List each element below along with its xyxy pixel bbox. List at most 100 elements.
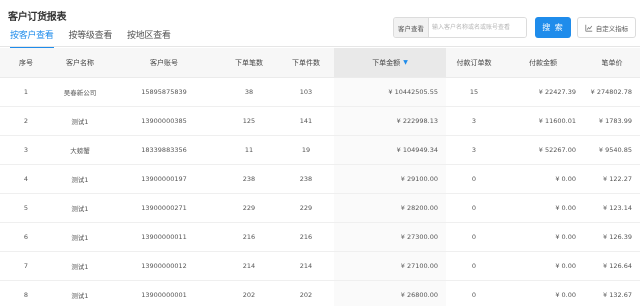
cell-customer-account: 13900000271	[141, 204, 187, 212]
cell-order-count: 214	[242, 262, 256, 270]
cell-order-amount: ¥ 26800.00	[334, 281, 446, 306]
cell-paid-amount: ¥ 11600.01	[538, 117, 576, 125]
table-row: 4 测试1 13900000197 238 238 ¥ 29100.00 0 ¥ 0.00 ¥ …	[0, 165, 640, 194]
cell-customer-name: 测试1	[71, 176, 89, 184]
cell-paid-amount: ¥ 0.00	[555, 291, 576, 299]
cell-order-amount: ¥ 10442505.55	[334, 78, 446, 106]
column-header-paid-amount[interactable]: 付款金额	[502, 48, 584, 77]
cell-customer-name: 测试1	[71, 118, 89, 126]
column-header-order-count[interactable]: 下单笔数	[220, 48, 278, 77]
cell-index: 4	[23, 175, 29, 183]
cell-order-amount: ¥ 28200.00	[334, 194, 446, 222]
custom-metrics-label: 自定义指标	[595, 24, 629, 33]
cell-customer-name: 测试1	[71, 292, 89, 300]
tab-by-level[interactable]: 按等级查看	[69, 28, 113, 48]
cell-customer-account: 13900000197	[141, 175, 187, 183]
tab-divider	[0, 46, 640, 47]
column-header-order-amount-label: 下单金额	[372, 58, 401, 67]
cell-index: 2	[23, 117, 29, 125]
cell-avg-order-price: ¥ 122.27	[603, 175, 632, 183]
cell-index: 6	[23, 233, 29, 241]
cell-order-amount: ¥ 27300.00	[334, 223, 446, 251]
cell-customer-account: 15895875839	[141, 88, 187, 96]
cell-order-count: 238	[242, 175, 256, 183]
column-header-avg-order-price[interactable]: 笔单价	[584, 48, 640, 77]
cell-item-count: 141	[299, 117, 313, 125]
chart-icon	[585, 24, 592, 32]
search-button[interactable]: 搜 索	[535, 17, 571, 38]
cell-index: 7	[23, 262, 29, 270]
page-title: 客户订货报表	[8, 12, 67, 23]
cell-paid-orders: 0	[471, 291, 477, 299]
cell-index: 1	[23, 88, 29, 96]
cell-paid-amount: ¥ 0.00	[555, 233, 576, 241]
cell-item-count: 238	[299, 175, 313, 183]
cell-order-count: 125	[242, 117, 256, 125]
cell-order-amount: ¥ 104949.34	[334, 136, 446, 164]
tab-by-region[interactable]: 按地区查看	[127, 28, 171, 48]
table-row: 3 大螃蟹 18339883356 11 19 ¥ 104949.34 3 ¥ 52267.0…	[0, 136, 640, 165]
customer-search-group: 客户查看	[393, 17, 527, 38]
table-body: 1 吴春新公司 15895875839 38 103 ¥ 10442505.55 15 ¥ 2…	[0, 78, 640, 306]
cell-customer-account: 13900000385	[141, 117, 187, 125]
cell-order-amount: ¥ 27100.00	[334, 252, 446, 280]
column-header-customer-account[interactable]: 客户账号	[108, 48, 220, 77]
cell-item-count: 202	[299, 291, 313, 299]
cell-avg-order-price: ¥ 1783.99	[598, 117, 632, 125]
cell-paid-amount: ¥ 22427.39	[538, 88, 576, 96]
cell-paid-orders: 15	[469, 88, 479, 96]
cell-avg-order-price: ¥ 123.14	[603, 204, 632, 212]
cell-paid-amount: ¥ 0.00	[555, 175, 576, 183]
table-header: 序号 客户名称 客户账号 下单笔数 下单件数 下单金额 ▼ 付款订单数 付款金额…	[0, 48, 640, 78]
cell-index: 8	[23, 291, 29, 299]
cell-paid-orders: 0	[471, 204, 477, 212]
column-header-paid-orders[interactable]: 付款订单数	[446, 48, 502, 77]
cell-customer-account: 13900000011	[141, 233, 187, 241]
cell-avg-order-price: ¥ 132.67	[603, 291, 632, 299]
cell-customer-name: 测试1	[71, 205, 89, 213]
sort-desc-icon[interactable]: ▼	[403, 59, 408, 66]
column-header-customer-name[interactable]: 客户名称	[52, 48, 108, 77]
cell-paid-amount: ¥ 0.00	[555, 204, 576, 212]
cell-avg-order-price: ¥ 126.39	[603, 233, 632, 241]
cell-customer-name: 大螃蟹	[70, 147, 90, 155]
customer-report-table: 序号 客户名称 客户账号 下单笔数 下单件数 下单金额 ▼ 付款订单数 付款金额…	[0, 48, 640, 306]
cell-order-amount: ¥ 222998.13	[334, 107, 446, 135]
search-input[interactable]	[429, 18, 526, 37]
search-label: 客户查看	[394, 18, 429, 37]
column-header-index[interactable]: 序号	[0, 48, 52, 77]
cell-avg-order-price: ¥ 274802.78	[590, 88, 632, 96]
cell-order-count: 216	[242, 233, 256, 241]
cell-order-count: 202	[242, 291, 256, 299]
cell-avg-order-price: ¥ 9540.85	[598, 146, 632, 154]
cell-item-count: 19	[301, 146, 311, 154]
cell-paid-orders: 0	[471, 262, 477, 270]
cell-customer-name: 吴春新公司	[63, 89, 97, 97]
table-row: 5 测试1 13900000271 229 229 ¥ 28200.00 0 ¥ 0.00 ¥ …	[0, 194, 640, 223]
table-row: 2 测试1 13900000385 125 141 ¥ 222998.13 3 ¥ 11600…	[0, 107, 640, 136]
cell-index: 5	[23, 204, 29, 212]
column-header-item-count[interactable]: 下单件数	[278, 48, 334, 77]
tab-by-customer[interactable]: 按客户查看	[10, 28, 54, 48]
custom-metrics-button[interactable]: 自定义指标	[577, 17, 636, 38]
cell-index: 3	[23, 146, 29, 154]
cell-avg-order-price: ¥ 126.64	[603, 262, 632, 270]
cell-order-count: 229	[242, 204, 256, 212]
cell-paid-orders: 3	[471, 117, 477, 125]
cell-item-count: 103	[299, 88, 313, 96]
cell-customer-account: 13900000012	[141, 262, 187, 270]
table-row: 1 吴春新公司 15895875839 38 103 ¥ 10442505.55 15 ¥ 2…	[0, 78, 640, 107]
table-row: 7 测试1 13900000012 214 214 ¥ 27100.00 0 ¥ 0.00 ¥ …	[0, 252, 640, 281]
cell-order-count: 11	[244, 146, 254, 154]
cell-item-count: 214	[299, 262, 313, 270]
table-row: 8 测试1 13900000001 202 202 ¥ 26800.00 0 ¥ 0.00 ¥ …	[0, 281, 640, 306]
view-tabs: 按客户查看 按等级查看 按地区查看	[10, 28, 186, 48]
cell-customer-name: 测试1	[71, 234, 89, 242]
column-header-order-amount[interactable]: 下单金额 ▼	[334, 48, 446, 77]
cell-paid-orders: 0	[471, 233, 477, 241]
cell-order-amount: ¥ 29100.00	[334, 165, 446, 193]
cell-order-count: 38	[244, 88, 254, 96]
table-row: 6 测试1 13900000011 216 216 ¥ 27300.00 0 ¥ 0.00 ¥ …	[0, 223, 640, 252]
cell-customer-account: 18339883356	[141, 146, 187, 154]
cell-customer-name: 测试1	[71, 263, 89, 271]
